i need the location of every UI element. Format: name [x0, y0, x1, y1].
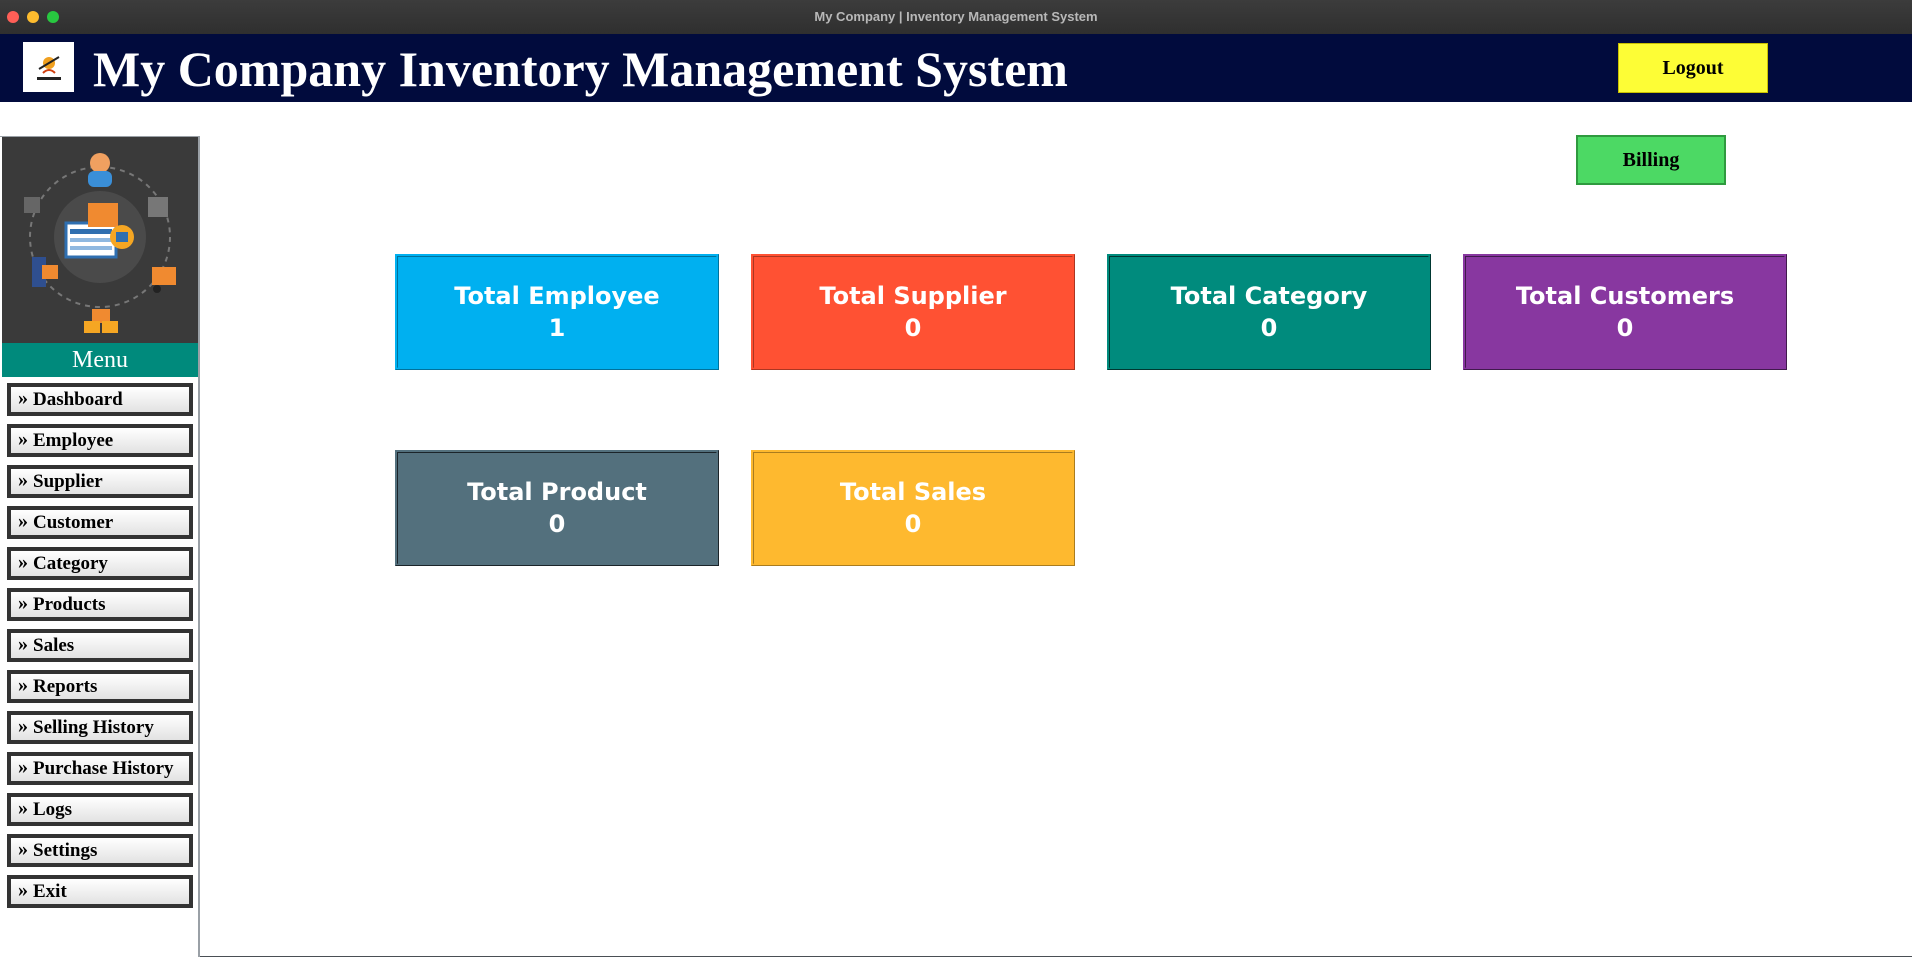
- stat-card-value: 0: [904, 510, 922, 538]
- double-chevron-right-icon: »: [18, 755, 28, 778]
- menu-list: » Dashboard » Employee » Supplier » Customer…: [7, 383, 193, 916]
- double-chevron-right-icon: »: [18, 632, 28, 655]
- menu-item-label: Reports: [33, 675, 98, 697]
- menu-item-sales[interactable]: » Sales: [7, 629, 193, 662]
- window-titlebar: My Company | Inventory Management System: [0, 0, 1912, 35]
- stat-card-total-supplier: Total Supplier 0: [751, 254, 1075, 370]
- stat-card-value: 0: [1616, 314, 1634, 342]
- menu-item-purchase-history[interactable]: » Purchase History: [7, 752, 193, 785]
- menu-item-exit[interactable]: » Exit: [7, 875, 193, 908]
- double-chevron-right-icon: »: [18, 796, 28, 819]
- double-chevron-right-icon: »: [18, 386, 28, 409]
- menu-item-label: Purchase History: [33, 757, 174, 779]
- menu-item-category[interactable]: » Category: [7, 547, 193, 580]
- stat-card-total-sales: Total Sales 0: [751, 450, 1075, 566]
- billing-button[interactable]: Billing: [1576, 135, 1726, 185]
- menu-item-label: Customer: [33, 511, 114, 533]
- menu-item-label: Exit: [33, 880, 67, 902]
- double-chevron-right-icon: »: [18, 837, 28, 860]
- stat-card-title: Total Customers: [1515, 282, 1735, 310]
- stat-card-total-category: Total Category 0: [1107, 254, 1431, 370]
- stat-card-title: Total Employee: [454, 282, 660, 310]
- double-chevron-right-icon: »: [18, 878, 28, 901]
- menu-item-products[interactable]: » Products: [7, 588, 193, 621]
- menu-item-label: Selling History: [33, 716, 154, 738]
- menu-item-supplier[interactable]: » Supplier: [7, 465, 193, 498]
- double-chevron-right-icon: »: [18, 509, 28, 532]
- menu-item-label: Dashboard: [33, 388, 123, 410]
- menu-item-settings[interactable]: » Settings: [7, 834, 193, 867]
- stat-card-title: Total Sales: [839, 478, 987, 506]
- stat-card-value: 1: [548, 314, 566, 342]
- sidebar: Menu » Dashboard » Employee » Supplier » Cus…: [0, 136, 200, 957]
- stat-card-value: 0: [548, 510, 566, 538]
- menu-item-customer[interactable]: » Customer: [7, 506, 193, 539]
- stat-card-title: Total Product: [467, 478, 647, 506]
- stat-card-value: 0: [904, 314, 922, 342]
- menu-item-reports[interactable]: » Reports: [7, 670, 193, 703]
- menu-item-label: Category: [33, 552, 108, 574]
- app-header: My Company Inventory Management System L…: [0, 34, 1912, 102]
- app-title: My Company Inventory Management System: [93, 41, 1068, 97]
- double-chevron-right-icon: »: [18, 427, 28, 450]
- menu-item-label: Sales: [33, 634, 75, 656]
- double-chevron-right-icon: »: [18, 591, 28, 614]
- stat-card-total-employee: Total Employee 1: [395, 254, 719, 370]
- inventory-illustration: [2, 137, 198, 343]
- menu-item-label: Products: [33, 593, 106, 615]
- company-logo: [23, 42, 74, 92]
- menu-item-label: Logs: [33, 798, 73, 820]
- double-chevron-right-icon: »: [18, 468, 28, 491]
- double-chevron-right-icon: »: [18, 714, 28, 737]
- stat-card-value: 0: [1260, 314, 1278, 342]
- double-chevron-right-icon: »: [18, 550, 28, 573]
- stat-card-title: Total Supplier: [819, 282, 1007, 310]
- menu-heading: Menu: [2, 343, 198, 377]
- menu-item-label: Supplier: [33, 470, 103, 492]
- menu-item-dashboard[interactable]: » Dashboard: [7, 383, 193, 416]
- stat-card-total-customers: Total Customers 0: [1463, 254, 1787, 370]
- logout-button[interactable]: Logout: [1618, 43, 1768, 93]
- stat-card-total-product: Total Product 0: [395, 450, 719, 566]
- menu-item-label: Settings: [33, 839, 98, 861]
- stat-card-title: Total Category: [1170, 282, 1368, 310]
- app-window: My Company Inventory Management System L…: [0, 34, 1912, 957]
- window-title: My Company | Inventory Management System: [814, 9, 1098, 24]
- menu-item-label: Employee: [33, 429, 114, 451]
- menu-item-employee[interactable]: » Employee: [7, 424, 193, 457]
- menu-item-selling-history[interactable]: » Selling History: [7, 711, 193, 744]
- double-chevron-right-icon: »: [18, 673, 28, 696]
- menu-item-logs[interactable]: » Logs: [7, 793, 193, 826]
